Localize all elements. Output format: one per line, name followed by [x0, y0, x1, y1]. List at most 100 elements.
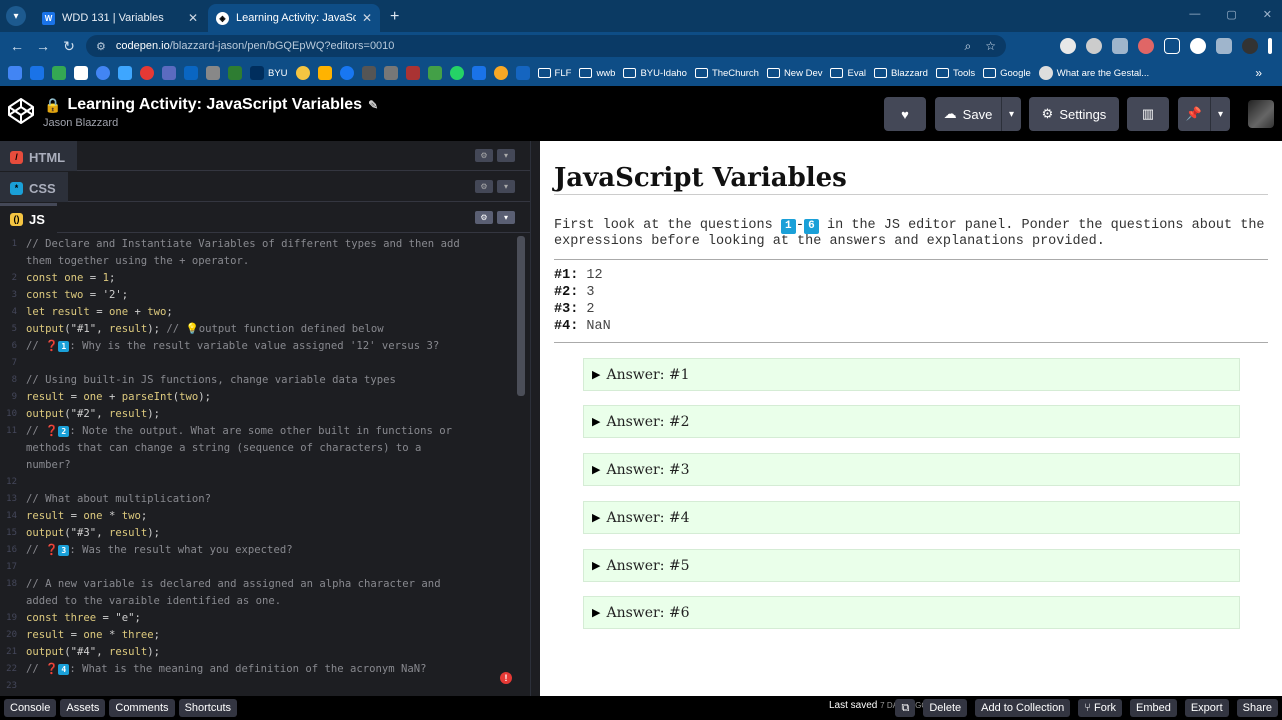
tab-html[interactable]: / HTML: [0, 140, 78, 171]
bookmark-icon[interactable]: [140, 66, 154, 80]
close-window-icon[interactable]: ✕: [1263, 8, 1272, 21]
extension-icon[interactable]: [1060, 38, 1076, 54]
zoom-icon[interactable]: ⌕: [965, 39, 972, 54]
bookmark-folder-tools[interactable]: Tools: [935, 68, 975, 79]
forward-icon[interactable]: →: [30, 38, 56, 54]
shortcuts-button[interactable]: Shortcuts: [178, 699, 238, 717]
bookmark-icon[interactable]: [206, 66, 220, 80]
url-input[interactable]: ⚙ codepen.io/blazzard-jason/pen/bGQEpWQ?…: [86, 35, 1006, 57]
export-button[interactable]: Export: [1184, 699, 1229, 717]
bookmark-icon[interactable]: [383, 66, 398, 80]
comments-button[interactable]: Comments: [109, 699, 175, 717]
google-icon[interactable]: [1190, 38, 1206, 54]
puzzle-icon[interactable]: [1164, 38, 1180, 54]
bookmark-icon[interactable]: [118, 66, 132, 80]
bookmark-icon[interactable]: [471, 66, 486, 80]
codepen-logo-icon[interactable]: [6, 96, 36, 126]
bookmark-icon[interactable]: [493, 66, 508, 80]
bookmark-icon[interactable]: [361, 66, 376, 80]
resize-handle[interactable]: [530, 141, 540, 696]
menu-icon[interactable]: [1268, 38, 1272, 54]
minimize-icon[interactable]: —: [1189, 8, 1200, 21]
like-button[interactable]: ♥: [884, 97, 926, 131]
bookmark-icon[interactable]: [515, 66, 530, 80]
bookmark-icon[interactable]: [405, 66, 420, 80]
site-info-icon[interactable]: ⚙: [96, 40, 106, 53]
console-button[interactable]: Console: [4, 699, 57, 717]
bookmark-folder-google[interactable]: Google: [983, 68, 1031, 79]
chevron-down-icon[interactable]: ▾: [497, 149, 515, 162]
bookmark-gestalt[interactable]: What are the Gestal...: [1038, 66, 1149, 80]
avatar[interactable]: [1248, 100, 1274, 128]
answer-details-3[interactable]: ▶ Answer: #3: [583, 453, 1240, 486]
close-icon[interactable]: ✕: [362, 11, 372, 25]
avatar[interactable]: [1242, 38, 1258, 54]
error-indicator-icon[interactable]: !: [500, 672, 512, 684]
chevron-down-icon[interactable]: ▾: [1001, 97, 1021, 131]
bookmark-folder-thechurch[interactable]: TheChurch: [694, 68, 759, 79]
star-icon[interactable]: ☆: [985, 39, 996, 54]
bookmark-folder-blazzard[interactable]: Blazzard: [873, 68, 928, 79]
bookmark-folder-new-dev[interactable]: New Dev: [766, 68, 822, 79]
pen-author[interactable]: Jason Blazzard: [43, 117, 118, 129]
extension-icon[interactable]: [1216, 38, 1232, 54]
save-button[interactable]: ☁ Save ▾: [935, 97, 1021, 131]
drive-icon[interactable]: [52, 66, 66, 80]
bookmark-icon[interactable]: [427, 66, 442, 80]
open-external-button[interactable]: ⧉: [895, 699, 916, 717]
bookmark-icon[interactable]: [162, 66, 176, 80]
extension-icon[interactable]: [1086, 38, 1102, 54]
share-button[interactable]: Share: [1236, 699, 1278, 717]
change-view-button[interactable]: ▥: [1127, 97, 1169, 131]
browser-tab-codepen[interactable]: ◈ Learning Activity: JavaScript ✕: [208, 4, 380, 32]
bookmark-icon[interactable]: [96, 66, 110, 80]
pin-button[interactable]: 📌 ▾: [1178, 97, 1230, 131]
whatsapp-icon[interactable]: [449, 66, 464, 80]
linkedin-icon[interactable]: [184, 66, 198, 80]
gear-icon[interactable]: ⚙: [475, 180, 493, 193]
answer-details-2[interactable]: ▶ Answer: #2: [583, 405, 1240, 438]
bookmark-icon[interactable]: [295, 66, 310, 80]
editor-scrollbar[interactable]: [517, 236, 525, 396]
embed-button[interactable]: Embed: [1129, 699, 1177, 717]
tab-css[interactable]: * CSS: [0, 171, 68, 202]
tab-search-icon[interactable]: ▾: [6, 6, 26, 26]
chevron-down-icon[interactable]: ▾: [497, 211, 515, 224]
answer-details-1[interactable]: ▶ Answer: #1: [583, 358, 1240, 391]
more-bookmarks-icon[interactable]: »: [1255, 66, 1262, 80]
answer-details-6[interactable]: ▶ Answer: #6: [583, 596, 1240, 629]
bookmark-byu[interactable]: BYU: [250, 66, 288, 80]
close-icon[interactable]: ✕: [188, 11, 198, 25]
gear-icon[interactable]: ⚙: [475, 211, 493, 224]
browser-tab-wdd[interactable]: W WDD 131 | Variables ✕: [34, 4, 206, 32]
bookmark-folder-byu-idaho[interactable]: BYU-Idaho: [623, 68, 687, 79]
settings-button[interactable]: ⚙ Settings: [1029, 97, 1119, 131]
pen-title-text[interactable]: Learning Activity: JavaScript Variables: [67, 96, 362, 114]
bookmark-folder-flf[interactable]: FLF: [537, 68, 571, 79]
bookmark-folder-wwb[interactable]: wwb: [579, 68, 615, 79]
tab-js[interactable]: () JS: [0, 202, 57, 233]
gear-icon[interactable]: ⚙: [475, 149, 493, 162]
add-to-collection-button[interactable]: Add to Collection: [975, 699, 1071, 717]
facebook-icon[interactable]: [339, 66, 354, 80]
extension-icon[interactable]: [1112, 38, 1128, 54]
maximize-icon[interactable]: ▢: [1226, 8, 1236, 21]
bookmark-icon[interactable]: [30, 66, 44, 80]
bookmark-folder-eval[interactable]: Eval: [830, 68, 866, 79]
js-code-editor[interactable]: 1// Declare and Instantiate Variables of…: [0, 236, 517, 691]
delete-button[interactable]: Delete: [923, 699, 968, 717]
chevron-down-icon[interactable]: ▾: [497, 180, 515, 193]
bookmark-icon[interactable]: [228, 66, 242, 80]
back-icon[interactable]: ←: [4, 38, 30, 54]
answer-details-4[interactable]: ▶ Answer: #4: [583, 501, 1240, 534]
edit-pencil-icon[interactable]: ✎: [368, 98, 378, 112]
fork-button[interactable]: ⑂ Fork: [1078, 699, 1122, 717]
chevron-down-icon[interactable]: ▾: [1210, 97, 1230, 131]
new-tab-icon[interactable]: +: [390, 8, 399, 26]
star-icon[interactable]: [74, 66, 88, 80]
assets-button[interactable]: Assets: [60, 699, 106, 717]
reload-icon[interactable]: ↻: [56, 38, 82, 55]
extension-icon[interactable]: [1138, 38, 1154, 54]
bookmark-icon[interactable]: [317, 66, 332, 80]
bookmark-icon[interactable]: [8, 66, 22, 80]
